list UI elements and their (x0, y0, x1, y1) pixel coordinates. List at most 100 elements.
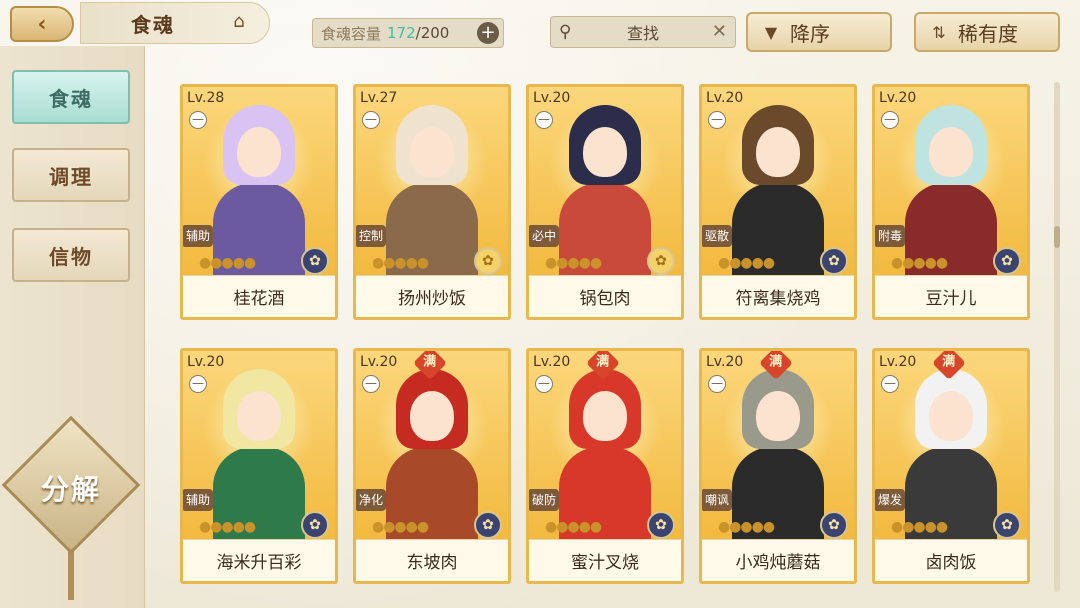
character-figure (559, 105, 651, 275)
character-face (583, 391, 627, 441)
max-badge-label: 满 (423, 354, 437, 370)
role-tag: 爆发 (875, 489, 906, 511)
lock-icon[interactable]: — (189, 375, 207, 393)
rarity-icon: ✿ (993, 247, 1021, 275)
character-figure (732, 105, 824, 275)
card-name: 符离集烧鸡 (702, 275, 854, 317)
lock-icon[interactable]: — (362, 111, 380, 129)
sidebar-item-xinwu[interactable]: 信物 (12, 228, 130, 282)
food-soul-card[interactable]: Lv.20 — 满 净化 ●●●●● ✿ 东坡肉 (353, 348, 511, 584)
star-rating: ●●●●● (891, 255, 948, 271)
sidebar-item-label: 信物 (49, 244, 93, 269)
lock-icon[interactable]: — (708, 375, 726, 393)
food-soul-card[interactable]: Lv.20 — 满 爆发 ●●●●● ✿ 卤肉饭 (872, 348, 1030, 584)
character-face (756, 127, 800, 177)
character-figure (213, 105, 305, 275)
food-soul-card[interactable]: Lv.20 — 满 破防 ●●●●● ✿ 蜜汁叉烧 (526, 348, 684, 584)
sort-rarity-label: 稀有度 (958, 21, 1018, 46)
level-label: Lv.20 (706, 354, 744, 370)
page-title-text: 食魂 (131, 12, 175, 37)
capacity-current: 172 (387, 24, 416, 42)
level-label: Lv.20 (360, 354, 398, 370)
level-label: Lv.20 (187, 354, 225, 370)
capacity-max: /200 (415, 24, 450, 42)
max-badge-label: 满 (942, 354, 956, 370)
role-tag: 净化 (356, 489, 387, 511)
sidebar-item-shihun[interactable]: 食魂 (12, 70, 130, 124)
character-face (410, 127, 454, 177)
rarity-icon: ✿ (474, 511, 502, 539)
rarity-icon: ✿ (301, 511, 329, 539)
star-rating: ●●●●● (199, 255, 256, 271)
card-name: 卤肉饭 (875, 539, 1027, 581)
role-tag: 驱散 (702, 225, 733, 247)
star-rating: ●●●●● (718, 519, 775, 535)
food-soul-card[interactable]: Lv.28 — 辅助 ●●●●● ✿ 桂花酒 (180, 84, 338, 320)
card-name: 东坡肉 (356, 539, 508, 581)
lock-icon[interactable]: — (189, 111, 207, 129)
lock-icon[interactable]: — (535, 375, 553, 393)
food-soul-card[interactable]: Lv.20 — 满 嘲讽 ●●●●● ✿ 小鸡炖蘑菇 (699, 348, 857, 584)
character-face (410, 391, 454, 441)
rarity-icon: ✿ (647, 511, 675, 539)
search-icon: ⚲ (559, 22, 572, 42)
food-soul-card[interactable]: Lv.27 — 控制 ●●●●● ✿ 扬州炒饭 (353, 84, 511, 320)
food-soul-grid: Lv.28 — 辅助 ●●●●● ✿ 桂花酒 Lv.27 — 控制 ●●●●● … (180, 84, 1030, 604)
character-figure (386, 105, 478, 275)
role-tag: 破防 (529, 489, 560, 511)
expand-capacity-button[interactable]: + (477, 22, 499, 44)
back-button[interactable]: ‹ (10, 6, 74, 42)
star-rating: ●●●●● (545, 255, 602, 271)
star-rating: ●●●●● (372, 255, 429, 271)
clear-icon[interactable]: ✕ (712, 21, 727, 42)
food-soul-card[interactable]: Lv.20 — 驱散 ●●●●● ✿ 符离集烧鸡 (699, 84, 857, 320)
character-figure (213, 369, 305, 539)
food-soul-card[interactable]: Lv.20 — 辅助 ●●●●● ✿ 海米升百彩 (180, 348, 338, 584)
character-figure (905, 369, 997, 539)
card-name: 蜜汁叉烧 (529, 539, 681, 581)
lock-icon[interactable]: — (881, 375, 899, 393)
food-soul-card[interactable]: Lv.20 — 附毒 ●●●●● ✿ 豆汁儿 (872, 84, 1030, 320)
character-face (929, 127, 973, 177)
character-figure (559, 369, 651, 539)
search-input[interactable]: ⚲ 查找 ✕ (550, 16, 736, 48)
star-rating: ●●●●● (545, 519, 602, 535)
card-name: 小鸡炖蘑菇 (702, 539, 854, 581)
sidebar: 食魂 调理 信物 分解 (0, 46, 145, 608)
decompose-label: 分解 (40, 473, 101, 506)
card-name: 锅包肉 (529, 275, 681, 317)
rarity-icon: ✿ (820, 247, 848, 275)
rarity-icon: ✿ (820, 511, 848, 539)
character-figure (732, 369, 824, 539)
food-soul-card[interactable]: Lv.20 — 必中 ●●●●● ✿ 锅包肉 (526, 84, 684, 320)
sort-rarity-button[interactable]: ⇅ 稀有度 (914, 12, 1060, 52)
level-label: Lv.20 (879, 90, 917, 106)
lock-icon[interactable]: — (708, 111, 726, 129)
search-label: 查找 (626, 24, 659, 43)
lock-icon[interactable]: — (535, 111, 553, 129)
lock-icon[interactable]: — (362, 375, 380, 393)
scrollbar-track[interactable] (1054, 82, 1060, 592)
role-tag: 必中 (529, 225, 560, 247)
star-rating: ●●●●● (718, 255, 775, 271)
star-rating: ●●●●● (199, 519, 256, 535)
card-name: 海米升百彩 (183, 539, 335, 581)
card-name: 扬州炒饭 (356, 275, 508, 317)
pavilion-icon[interactable]: ⌂ (226, 10, 252, 34)
character-figure (905, 105, 997, 275)
level-label: Lv.27 (360, 90, 398, 106)
level-label: Lv.28 (187, 90, 225, 106)
character-face (929, 391, 973, 441)
level-label: Lv.20 (879, 354, 917, 370)
role-tag: 嘲讽 (702, 489, 733, 511)
sort-arrows-icon: ⇅ (932, 23, 946, 42)
lock-icon[interactable]: — (881, 111, 899, 129)
sidebar-item-label: 调理 (49, 164, 93, 189)
role-tag: 附毒 (875, 225, 906, 247)
sidebar-item-tiaoli[interactable]: 调理 (12, 148, 130, 202)
scrollbar-thumb[interactable] (1054, 226, 1060, 248)
sort-order-button[interactable]: ▼ 降序 (746, 12, 892, 52)
character-face (756, 391, 800, 441)
level-label: Lv.20 (706, 90, 744, 106)
character-face (583, 127, 627, 177)
